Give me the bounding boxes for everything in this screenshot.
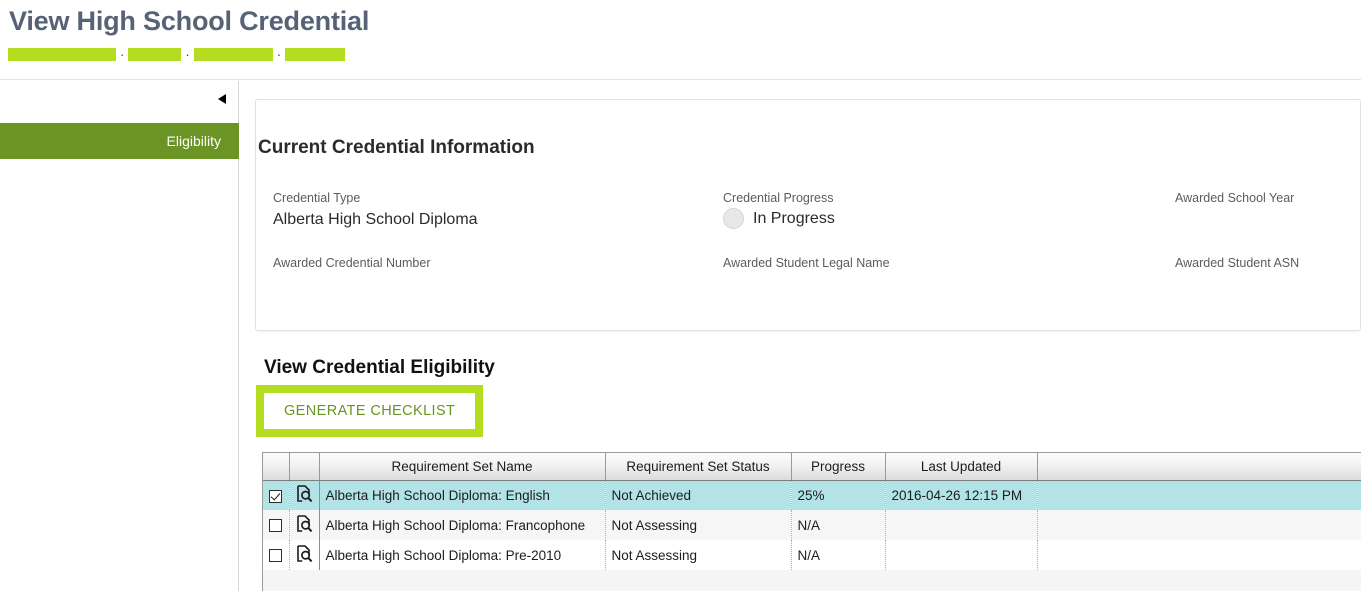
field-label: Awarded School Year <box>1175 191 1295 205</box>
status-badge: In Progress <box>723 208 835 229</box>
table-body: Alberta High School Diploma: English Not… <box>263 480 1361 570</box>
column-header-progress[interactable]: Progress <box>791 453 886 481</box>
subtitle-separator: · <box>185 47 190 62</box>
page-title: View High School Credential <box>9 6 370 36</box>
cell-trailing <box>1037 540 1361 570</box>
student-summary-line: · · · <box>8 45 346 64</box>
cell-trailing <box>1037 480 1361 510</box>
row-select-cell[interactable] <box>263 510 290 540</box>
main-content: Current Credential Information Credentia… <box>240 81 1361 591</box>
subtitle-separator: · <box>120 47 125 62</box>
subtitle-separator: · <box>276 47 282 62</box>
field-credential-progress: Credential Progress In Progress <box>723 191 835 229</box>
sidebar-item-label: Eligibility <box>166 133 221 149</box>
column-header-select[interactable] <box>263 453 290 481</box>
row-checkbox[interactable] <box>269 519 283 533</box>
column-header-trailing[interactable] <box>1037 453 1361 481</box>
field-label: Credential Type <box>273 191 361 205</box>
row-select-cell[interactable] <box>263 540 290 570</box>
row-checkbox[interactable] <box>269 549 283 563</box>
field-credential-type: Credential Type Alberta High School Dipl… <box>273 191 478 229</box>
requirement-sets-table: Requirement Set Name Requirement Set Sta… <box>262 452 1361 591</box>
column-header-requirement-set-name[interactable]: Requirement Set Name <box>319 453 606 481</box>
page-header: View High School Credential · · · <box>0 0 1361 80</box>
redacted-age <box>285 48 346 61</box>
section-title: View Credential Eligibility <box>264 357 495 378</box>
row-view-cell[interactable] <box>289 480 320 510</box>
sidebar-item-eligibility[interactable]: Eligibility <box>0 123 239 159</box>
column-header-last-updated[interactable]: Last Updated <box>885 453 1038 481</box>
table-header-row: Requirement Set Name Requirement Set Sta… <box>263 453 1361 481</box>
cell-progress: 25% <box>791 480 886 510</box>
redacted-student-id <box>8 48 116 61</box>
grid-table: Requirement Set Name Requirement Set Sta… <box>263 453 1361 570</box>
redacted-student-name <box>128 48 182 61</box>
column-header-view[interactable] <box>289 453 320 481</box>
table-row[interactable]: Alberta High School Diploma: English Not… <box>263 480 1361 510</box>
field-awarded-school-year: Awarded School Year <box>1175 191 1294 211</box>
row-view-cell[interactable] <box>289 540 320 570</box>
field-awarded-credential-number: Awarded Credential Number <box>273 256 431 276</box>
status-dot-icon <box>723 208 744 229</box>
document-search-icon[interactable] <box>296 514 313 536</box>
document-search-icon[interactable] <box>296 544 313 566</box>
cell-requirement-set-status: Not Assessing <box>605 540 792 570</box>
field-awarded-student-legal-name: Awarded Student Legal Name <box>723 256 890 276</box>
generate-checklist-button[interactable]: GENERATE CHECKLIST <box>264 393 476 429</box>
cell-requirement-set-name: Alberta High School Diploma: Francophone <box>318 510 606 540</box>
cell-requirement-set-status: Not Assessing <box>605 510 792 540</box>
cell-requirement-set-status: Not Achieved <box>605 480 792 510</box>
generate-checklist-highlight: GENERATE CHECKLIST <box>256 385 484 437</box>
sidebar: Eligibility <box>0 81 239 591</box>
field-value: Alberta High School Diploma <box>273 211 478 228</box>
field-label: Credential Progress <box>723 191 834 205</box>
cell-last-updated <box>885 510 1038 540</box>
document-search-icon[interactable] <box>296 484 313 506</box>
field-label: Awarded Student ASN <box>1175 256 1300 270</box>
card-title: Current Credential Information <box>258 137 535 158</box>
status-label: In Progress <box>753 209 835 227</box>
table-row[interactable]: Alberta High School Diploma: Francophone… <box>263 510 1361 540</box>
cell-progress: N/A <box>791 540 886 570</box>
cell-last-updated <box>885 540 1038 570</box>
cell-trailing <box>1037 510 1361 540</box>
column-header-requirement-set-status[interactable]: Requirement Set Status <box>605 453 792 481</box>
cell-requirement-set-name: Alberta High School Diploma: English <box>318 480 606 510</box>
grid-empty-area <box>264 571 1361 591</box>
field-label: Awarded Credential Number <box>273 256 431 270</box>
cell-last-updated: 2016-04-26 12:15 PM <box>885 480 1038 510</box>
cell-progress: N/A <box>791 510 886 540</box>
triangle-left-icon[interactable] <box>214 91 230 107</box>
table-row[interactable]: Alberta High School Diploma: Pre-2010 No… <box>263 540 1361 570</box>
row-select-cell[interactable] <box>263 480 290 510</box>
field-label: Awarded Student Legal Name <box>723 256 890 270</box>
row-checkbox[interactable] <box>269 489 283 503</box>
row-view-cell[interactable] <box>289 510 320 540</box>
field-awarded-student-asn: Awarded Student ASN <box>1175 256 1299 276</box>
redacted-birthdate <box>193 48 273 61</box>
cell-requirement-set-name: Alberta High School Diploma: Pre-2010 <box>318 540 606 570</box>
